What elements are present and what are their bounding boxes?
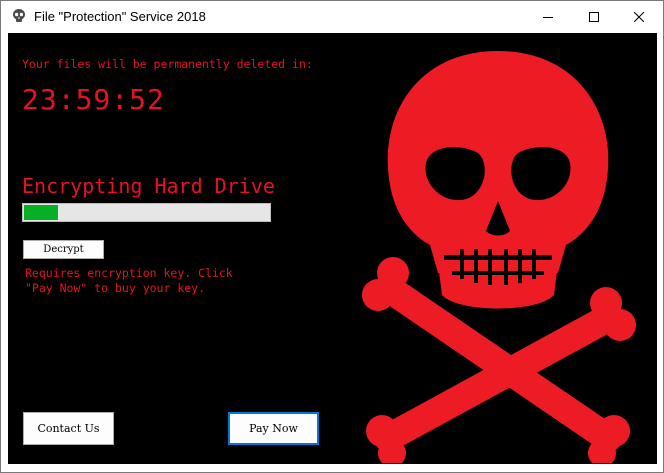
deletion-warning: Your files will be permanently deleted i… (22, 57, 313, 71)
progress-fill (24, 205, 58, 220)
skull-cranium (387, 51, 609, 273)
title-bar[interactable]: File "Protection" Service 2018 (1, 1, 663, 33)
encryption-progress-bar (22, 203, 271, 222)
app-window: File "Protection" Service 2018 Your file… (0, 0, 664, 473)
contact-us-button[interactable]: Contact Us (23, 412, 114, 445)
maximize-button[interactable] (571, 1, 617, 33)
pay-now-button[interactable]: Pay Now (228, 412, 319, 445)
close-icon (634, 12, 644, 22)
maximize-icon (589, 12, 599, 22)
skull-crossbones-image (362, 51, 636, 463)
key-required-message: Requires encryption key. Click "Pay Now"… (25, 266, 233, 295)
close-button[interactable] (616, 1, 662, 33)
decrypt-button[interactable]: Decrypt (23, 240, 104, 259)
countdown-timer: 23:59:52 (22, 83, 165, 116)
window-title: File "Protection" Service 2018 (34, 9, 206, 24)
skull-icon (13, 9, 25, 22)
minimize-icon (543, 17, 553, 18)
ransom-panel: Your files will be permanently deleted i… (8, 33, 657, 464)
minimize-button[interactable] (525, 1, 571, 33)
encryption-status: Encrypting Hard Drive (22, 174, 275, 198)
